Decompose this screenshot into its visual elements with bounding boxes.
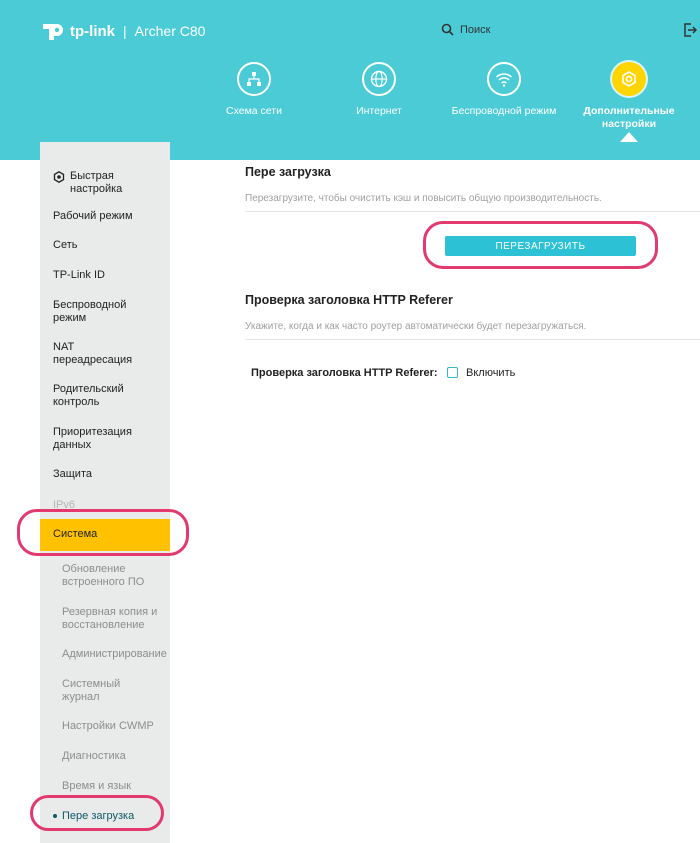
tp-link-logo-icon (40, 18, 66, 44)
sidebar-item-quick-setup[interactable]: Быстрая настройка (53, 170, 140, 196)
logout-button[interactable] (683, 22, 698, 43)
sidebar-item-operation-mode[interactable]: Рабочий режим (53, 210, 133, 223)
highlight-ring-system (17, 509, 189, 556)
sidebar-item-label: Быстрая настройка (70, 170, 123, 195)
model-name: Archer C80 (134, 23, 206, 39)
sidebar-subitem-system-log[interactable]: Системный журнал (62, 678, 152, 704)
nav-label: Схема сети (226, 105, 282, 117)
sidebar-item-qos[interactable]: Приоритезация данных (53, 426, 148, 452)
tp-link-logo[interactable]: tp-link | Archer C80 (40, 18, 205, 44)
advanced-settings-icon (612, 62, 646, 96)
highlight-ring-reboot-item (30, 795, 164, 831)
sidebar-item-network[interactable]: Сеть (53, 239, 77, 252)
reboot-description: Перезагрузите, чтобы очистить кэш и повы… (245, 193, 602, 204)
referer-field-label: Проверка заголовка HTTP Referer: (251, 367, 438, 379)
brand-separator: | (123, 23, 127, 39)
nav-tab-wireless[interactable]: Беспроводной режим (444, 62, 564, 118)
sidebar-item-parental-controls[interactable]: Родительский контроль (53, 383, 143, 409)
sidebar-item-wireless[interactable]: Беспроводной режим (53, 299, 143, 325)
nav-tab-internet[interactable]: Интернет (319, 62, 439, 118)
referer-description: Укажите, когда и как часто роутер автома… (245, 321, 587, 332)
globe-icon (362, 62, 396, 96)
nav-label: Беспроводной режим (451, 105, 557, 117)
sidebar-subitem-firmware-update[interactable]: Обновление встроенного ПО (62, 563, 157, 589)
brand-name: tp-link (70, 22, 115, 40)
sidebar: Быстрая настройка Рабочий режим Сеть TP-… (40, 142, 170, 843)
referer-enable-label[interactable]: Включить (466, 367, 515, 379)
nav-label: Интернет (356, 105, 402, 117)
sidebar-subitem-time-language[interactable]: Время и язык (62, 780, 131, 793)
sidebar-subitem-diagnostics[interactable]: Диагностика (62, 750, 126, 763)
search-button[interactable]: Поиск (441, 23, 490, 36)
referer-enable-checkbox[interactable] (447, 367, 458, 378)
sidebar-item-tp-link-id[interactable]: TP-Link ID (53, 269, 105, 282)
divider (245, 211, 700, 212)
nav-tab-network-map[interactable]: Схема сети (194, 62, 314, 118)
divider (245, 339, 700, 340)
sidebar-item-security[interactable]: Защита (53, 468, 92, 481)
reboot-title: Пере загрузка (245, 165, 331, 179)
referer-title: Проверка заголовка HTTP Referer (245, 293, 453, 307)
sidebar-subitem-administration[interactable]: Администрирование (62, 648, 167, 661)
logout-icon (684, 23, 698, 37)
search-icon (441, 23, 454, 36)
quick-setup-icon (53, 171, 65, 183)
sidebar-subitem-cwmp[interactable]: Настройки CWMP (62, 720, 154, 733)
wifi-icon (487, 62, 521, 96)
sidebar-item-nat-forwarding[interactable]: NAT переадресация (53, 341, 143, 367)
nav-tab-advanced[interactable]: Дополнительные настройки (569, 62, 689, 131)
network-map-icon (237, 62, 271, 96)
search-label: Поиск (460, 23, 491, 36)
reboot-button[interactable]: ПЕРЕЗАГРУЗИТЬ (445, 236, 636, 256)
top-header: tp-link | Archer C80 Поиск Схема сети Ин… (0, 0, 700, 160)
active-tab-caret (620, 132, 638, 142)
nav-label: Дополнительные настройки (583, 105, 675, 130)
sidebar-subitem-backup-restore[interactable]: Резервная копия и восстановление (62, 606, 167, 632)
